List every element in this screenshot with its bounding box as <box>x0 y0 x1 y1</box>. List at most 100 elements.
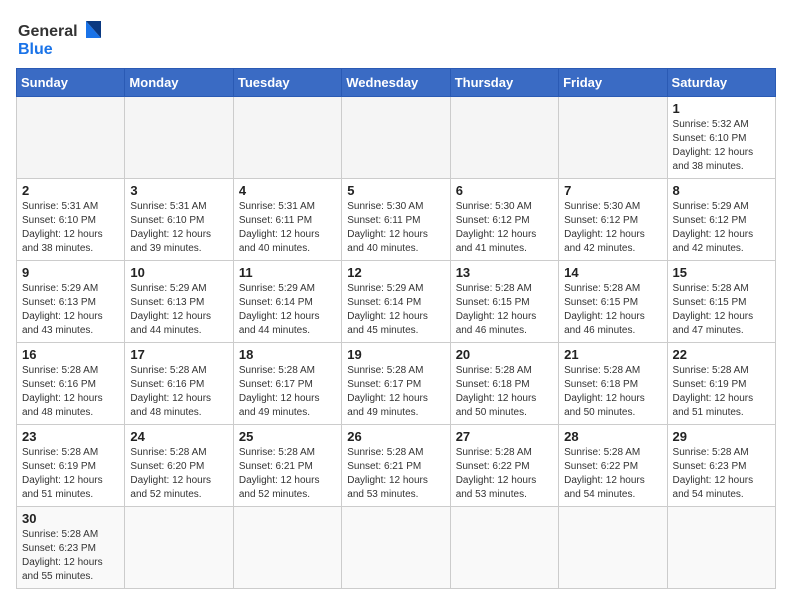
day-info: Sunrise: 5:28 AMSunset: 6:23 PMDaylight:… <box>22 528 119 584</box>
day-cell <box>559 97 667 179</box>
day-cell: 6 Sunrise: 5:30 AMSunset: 6:12 PMDaylight… <box>450 179 558 261</box>
day-header-row: SundayMondayTuesdayWednesdayThursdayFrid… <box>17 69 776 97</box>
day-number: 26 <box>347 429 444 444</box>
day-info: Sunrise: 5:28 AMSunset: 6:22 PMDaylight:… <box>564 446 661 502</box>
day-cell: 8Sunrise: 5:29 AMSunset: 6:12 PMDaylight… <box>667 179 775 261</box>
day-cell: 25Sunrise: 5:28 AMSunset: 6:21 PMDayligh… <box>233 425 341 507</box>
day-cell <box>667 507 775 589</box>
day-number: 28 <box>564 429 661 444</box>
day-cell: 28 Sunrise: 5:28 AMSunset: 6:22 PMDayligh… <box>559 425 667 507</box>
day-info: Sunrise: 5:28 AMSunset: 6:17 PMDaylight:… <box>239 364 336 420</box>
day-number: 6 <box>456 183 553 198</box>
day-number: 15 <box>673 265 770 280</box>
day-cell: 24 Sunrise: 5:28 AMSunset: 6:20 PMDayligh… <box>125 425 233 507</box>
day-cell: 16Sunrise: 5:28 AMSunset: 6:16 PMDayligh… <box>17 343 125 425</box>
day-info: Sunrise: 5:29 AMSunset: 6:13 PMDaylight:… <box>130 282 227 338</box>
day-cell: 10 Sunrise: 5:29 AMSunset: 6:13 PMDayligh… <box>125 261 233 343</box>
day-cell: 13Sunrise: 5:28 AMSunset: 6:15 PMDayligh… <box>450 261 558 343</box>
day-number: 2 <box>22 183 119 198</box>
day-cell <box>125 97 233 179</box>
day-number: 27 <box>456 429 553 444</box>
day-header-saturday: Saturday <box>667 69 775 97</box>
header: GeneralBlue <box>16 16 776 60</box>
day-info: Sunrise: 5:30 AMSunset: 6:11 PMDaylight:… <box>347 200 444 256</box>
svg-text:Blue: Blue <box>18 41 53 58</box>
day-cell: 1 Sunrise: 5:32 AMSunset: 6:10 PMDaylight… <box>667 97 775 179</box>
day-cell: 19 Sunrise: 5:28 AMSunset: 6:17 PMDayligh… <box>342 343 450 425</box>
day-number: 18 <box>239 347 336 362</box>
day-info: Sunrise: 5:31 AMSunset: 6:10 PMDaylight:… <box>22 200 119 256</box>
week-row-4: 16 Sunrise: 5:28 AMSunset: 6:16 PMDayligh… <box>17 343 776 425</box>
day-info: Sunrise: 5:28 AMSunset: 6:15 PMDaylight:… <box>564 282 661 338</box>
day-info: Sunrise: 5:28 AMSunset: 6:16 PMDaylight:… <box>130 364 227 420</box>
day-info: Sunrise: 5:29 AMSunset: 6:14 PMDaylight:… <box>347 282 444 338</box>
day-info: Sunrise: 5:28 AMSunset: 6:23 PMDaylight:… <box>673 446 770 502</box>
day-cell: 30 Sunrise: 5:28 AMSunset: 6:23 PMDayligh… <box>17 507 125 589</box>
day-number: 19 <box>347 347 444 362</box>
day-number: 9 <box>22 265 119 280</box>
day-info: Sunrise: 5:32 AMSunset: 6:10 PMDaylight:… <box>673 118 770 174</box>
day-cell: 4 Sunrise: 5:31 AMSunset: 6:11 PMDaylight… <box>233 179 341 261</box>
day-cell <box>342 97 450 179</box>
day-cell: 18 Sunrise: 5:28 AMSunset: 6:17 PMDayligh… <box>233 343 341 425</box>
day-info: Sunrise: 5:28 AMSunset: 6:19 PMDaylight:… <box>22 446 119 502</box>
day-number: 1 <box>673 101 770 116</box>
day-cell <box>233 97 341 179</box>
day-cell: 22Sunrise: 5:28 AMSunset: 6:19 PMDayligh… <box>667 343 775 425</box>
day-info: Sunrise: 5:28 AMSunset: 6:15 PMDaylight:… <box>673 282 770 338</box>
day-info: Sunrise: 5:30 AMSunset: 6:12 PMDaylight:… <box>456 200 553 256</box>
day-info: Sunrise: 5:28 AMSunset: 6:15 PMDaylight:… <box>456 282 553 338</box>
day-cell: 21Sunrise: 5:28 AMSunset: 6:18 PMDayligh… <box>559 343 667 425</box>
day-number: 22 <box>673 347 770 362</box>
day-header-monday: Monday <box>125 69 233 97</box>
day-header-tuesday: Tuesday <box>233 69 341 97</box>
day-cell <box>125 507 233 589</box>
day-info: Sunrise: 5:30 AMSunset: 6:12 PMDaylight:… <box>564 200 661 256</box>
day-number: 16 <box>22 347 119 362</box>
day-info: Sunrise: 5:31 AMSunset: 6:11 PMDaylight:… <box>239 200 336 256</box>
day-number: 24 <box>130 429 227 444</box>
day-number: 23 <box>22 429 119 444</box>
day-cell: 9Sunrise: 5:29 AMSunset: 6:13 PMDaylight… <box>17 261 125 343</box>
day-header-wednesday: Wednesday <box>342 69 450 97</box>
day-cell <box>17 97 125 179</box>
day-number: 10 <box>130 265 227 280</box>
day-number: 29 <box>673 429 770 444</box>
day-number: 17 <box>130 347 227 362</box>
day-number: 30 <box>22 511 119 526</box>
day-number: 14 <box>564 265 661 280</box>
day-cell <box>559 507 667 589</box>
day-cell: 2 Sunrise: 5:31 AMSunset: 6:10 PMDaylight… <box>17 179 125 261</box>
day-number: 3 <box>130 183 227 198</box>
day-number: 4 <box>239 183 336 198</box>
day-number: 11 <box>239 265 336 280</box>
day-cell: 7 Sunrise: 5:30 AMSunset: 6:12 PMDaylight… <box>559 179 667 261</box>
day-header-friday: Friday <box>559 69 667 97</box>
day-cell: 17 Sunrise: 5:28 AMSunset: 6:16 PMDayligh… <box>125 343 233 425</box>
day-info: Sunrise: 5:28 AMSunset: 6:22 PMDaylight:… <box>456 446 553 502</box>
day-number: 5 <box>347 183 444 198</box>
week-row-6: 30 Sunrise: 5:28 AMSunset: 6:23 PMDayligh… <box>17 507 776 589</box>
day-header-thursday: Thursday <box>450 69 558 97</box>
day-cell: 20 Sunrise: 5:28 AMSunset: 6:18 PMDayligh… <box>450 343 558 425</box>
day-number: 12 <box>347 265 444 280</box>
day-info: Sunrise: 5:28 AMSunset: 6:17 PMDaylight:… <box>347 364 444 420</box>
day-info: Sunrise: 5:28 AMSunset: 6:20 PMDaylight:… <box>130 446 227 502</box>
day-info: Sunrise: 5:31 AMSunset: 6:10 PMDaylight:… <box>130 200 227 256</box>
day-cell <box>450 507 558 589</box>
day-number: 21 <box>564 347 661 362</box>
svg-text:General: General <box>18 23 78 40</box>
week-row-1: 1 Sunrise: 5:32 AMSunset: 6:10 PMDaylight… <box>17 97 776 179</box>
day-info: Sunrise: 5:28 AMSunset: 6:18 PMDaylight:… <box>456 364 553 420</box>
week-row-3: 9 Sunrise: 5:29 AMSunset: 6:13 PMDaylight… <box>17 261 776 343</box>
day-number: 7 <box>564 183 661 198</box>
day-cell <box>233 507 341 589</box>
day-cell: 5 Sunrise: 5:30 AMSunset: 6:11 PMDaylight… <box>342 179 450 261</box>
day-number: 25 <box>239 429 336 444</box>
day-number: 20 <box>456 347 553 362</box>
day-info: Sunrise: 5:29 AMSunset: 6:14 PMDaylight:… <box>239 282 336 338</box>
logo-svg: GeneralBlue <box>16 16 106 60</box>
day-cell: 12 Sunrise: 5:29 AMSunset: 6:14 PMDayligh… <box>342 261 450 343</box>
week-row-2: 2 Sunrise: 5:31 AMSunset: 6:10 PMDaylight… <box>17 179 776 261</box>
day-info: Sunrise: 5:28 AMSunset: 6:21 PMDaylight:… <box>347 446 444 502</box>
